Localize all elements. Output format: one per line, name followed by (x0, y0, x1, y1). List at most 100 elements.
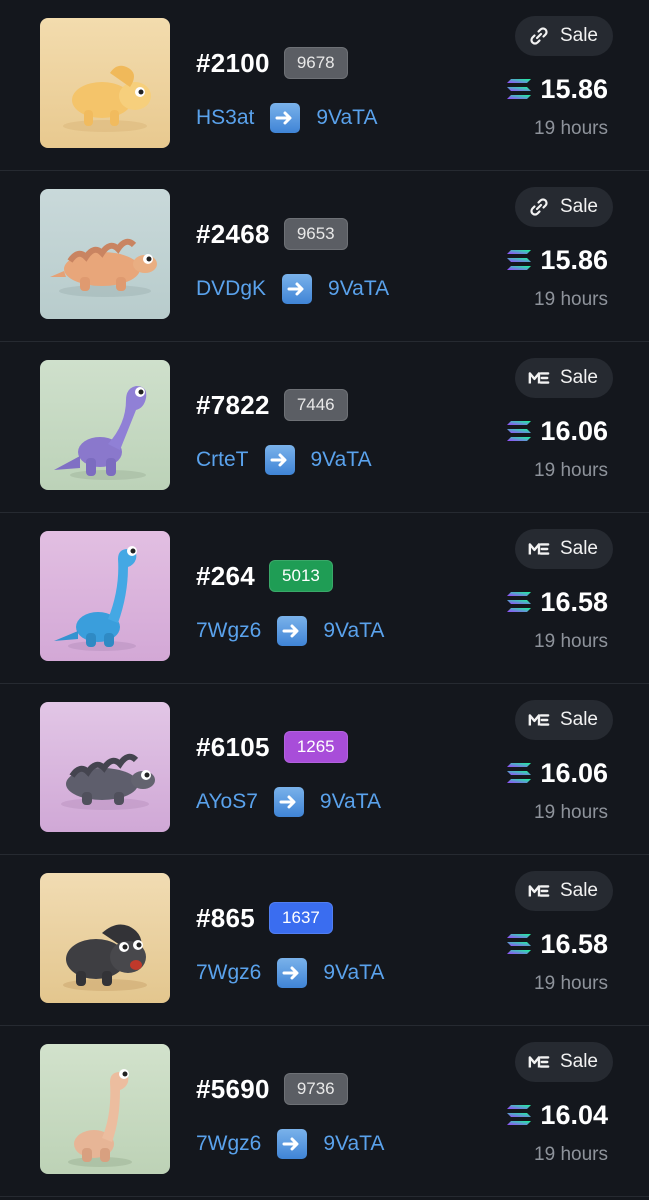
buyer-address[interactable]: 9VaTA (320, 790, 381, 814)
seller-address[interactable]: 7Wgz6 (196, 1132, 261, 1156)
sale-price: 16.06 (506, 413, 608, 449)
buyer-address[interactable]: 9VaTA (328, 277, 389, 301)
right-arrow-icon (270, 103, 301, 133)
magic-eden-icon (528, 538, 550, 560)
marketplace-sale-badge[interactable]: Sale (514, 187, 613, 227)
sale-label: Sale (559, 1051, 598, 1072)
sale-label: Sale (559, 538, 598, 559)
sale-time: 19 hours (534, 460, 608, 481)
dinosaur-image (40, 1044, 170, 1174)
price-value: 16.06 (540, 415, 608, 446)
right-arrow-icon (277, 958, 308, 988)
rarity-rank-badge: 1265 (283, 731, 348, 763)
link-icon (528, 196, 550, 218)
price-value: 15.86 (540, 73, 608, 104)
nft-thumbnail[interactable] (40, 360, 170, 490)
token-id[interactable]: #6105 (196, 732, 270, 763)
rarity-rank-badge: 7446 (283, 389, 348, 421)
rarity-rank-badge: 1637 (269, 902, 333, 934)
link-icon (528, 25, 550, 47)
price-value: 15.86 (540, 244, 608, 275)
marketplace-sale-badge[interactable]: Sale (514, 358, 613, 398)
solana-icon (506, 762, 532, 784)
magic-eden-icon (528, 709, 550, 731)
nft-thumbnail[interactable] (40, 702, 170, 832)
transfer-line: 7Wgz6 9VaTA (196, 956, 384, 990)
sale-row[interactable]: #5690 9736 7Wgz6 9VaTA Sale 16.04 19 hou… (0, 1026, 649, 1197)
transfer-line: AYoS7 9VaTA (196, 785, 381, 819)
marketplace-sale-badge[interactable]: Sale (514, 16, 613, 56)
marketplace-sale-badge[interactable]: Sale (514, 871, 613, 911)
rarity-rank-badge: 9653 (283, 218, 348, 250)
dinosaur-image (40, 360, 170, 490)
buyer-address[interactable]: 9VaTA (323, 1132, 384, 1156)
nft-thumbnail[interactable] (40, 1044, 170, 1174)
transfer-line: 7Wgz6 9VaTA (196, 1127, 384, 1161)
sale-price: 16.58 (506, 584, 608, 620)
marketplace-sale-badge[interactable]: Sale (514, 700, 613, 740)
token-id[interactable]: #264 (196, 561, 255, 592)
nft-thumbnail[interactable] (40, 531, 170, 661)
sale-label: Sale (559, 880, 598, 901)
buyer-address[interactable]: 9VaTA (323, 961, 384, 985)
sale-price: 16.58 (506, 926, 608, 962)
sale-row[interactable]: #2468 9653 DVDgK 9VaTA Sale 15.86 19 hou… (0, 171, 649, 342)
buyer-address[interactable]: 9VaTA (311, 448, 372, 472)
right-arrow-icon (282, 274, 313, 304)
solana-icon (506, 1104, 532, 1126)
sale-price: 15.86 (506, 242, 608, 278)
seller-address[interactable]: 7Wgz6 (196, 961, 261, 985)
dinosaur-image (40, 189, 170, 319)
sale-row[interactable]: #865 1637 7Wgz6 9VaTA Sale 16.58 19 hour… (0, 855, 649, 1026)
dinosaur-image (40, 873, 170, 1003)
solana-icon (506, 591, 532, 613)
sale-row[interactable]: #7822 7446 CrteT 9VaTA Sale 16.06 19 hou… (0, 342, 649, 513)
rarity-rank-badge: 9736 (283, 1073, 348, 1105)
transfer-line: HS3at 9VaTA (196, 101, 377, 135)
buyer-address[interactable]: 9VaTA (316, 106, 377, 130)
sale-row[interactable]: #2100 9678 HS3at 9VaTA Sale 15.86 19 hou… (0, 0, 649, 171)
seller-address[interactable]: HS3at (196, 106, 254, 130)
sale-time: 19 hours (534, 631, 608, 652)
seller-address[interactable]: CrteT (196, 448, 249, 472)
sale-price: 16.06 (506, 755, 608, 791)
sale-time: 19 hours (534, 973, 608, 994)
nft-thumbnail[interactable] (40, 18, 170, 148)
sale-price: 16.04 (506, 1097, 608, 1133)
dinosaur-image (40, 702, 170, 832)
nft-thumbnail[interactable] (40, 189, 170, 319)
sale-label: Sale (559, 367, 598, 388)
solana-icon (506, 78, 532, 100)
sale-label: Sale (559, 25, 598, 46)
transfer-line: CrteT 9VaTA (196, 443, 372, 477)
sale-row[interactable]: #6105 1265 AYoS7 9VaTA Sale 16.06 19 hou… (0, 684, 649, 855)
solana-icon (506, 420, 532, 442)
right-arrow-icon (277, 616, 308, 646)
marketplace-sale-badge[interactable]: Sale (514, 1042, 613, 1082)
dinosaur-image (40, 531, 170, 661)
right-arrow-icon (277, 1129, 308, 1159)
transfer-line: 7Wgz6 9VaTA (196, 614, 384, 648)
token-id[interactable]: #2100 (196, 48, 270, 79)
magic-eden-icon (528, 367, 550, 389)
price-value: 16.06 (540, 757, 608, 788)
rarity-rank-badge: 5013 (269, 560, 333, 592)
price-value: 16.58 (540, 928, 608, 959)
token-id[interactable]: #5690 (196, 1074, 270, 1105)
marketplace-sale-badge[interactable]: Sale (514, 529, 613, 569)
right-arrow-icon (264, 445, 295, 475)
token-id[interactable]: #2468 (196, 219, 270, 250)
seller-address[interactable]: AYoS7 (196, 790, 258, 814)
token-id[interactable]: #7822 (196, 390, 270, 421)
sale-time: 19 hours (534, 802, 608, 823)
right-arrow-icon (273, 787, 304, 817)
sale-price: 15.86 (506, 71, 608, 107)
seller-address[interactable]: DVDgK (196, 277, 266, 301)
sale-row[interactable]: #264 5013 7Wgz6 9VaTA Sale 16.58 19 hour… (0, 513, 649, 684)
sale-time: 19 hours (534, 1144, 608, 1165)
buyer-address[interactable]: 9VaTA (323, 619, 384, 643)
nft-thumbnail[interactable] (40, 873, 170, 1003)
sales-activity-list: #2100 9678 HS3at 9VaTA Sale 15.86 19 hou… (0, 0, 649, 1200)
seller-address[interactable]: 7Wgz6 (196, 619, 261, 643)
token-id[interactable]: #865 (196, 903, 255, 934)
